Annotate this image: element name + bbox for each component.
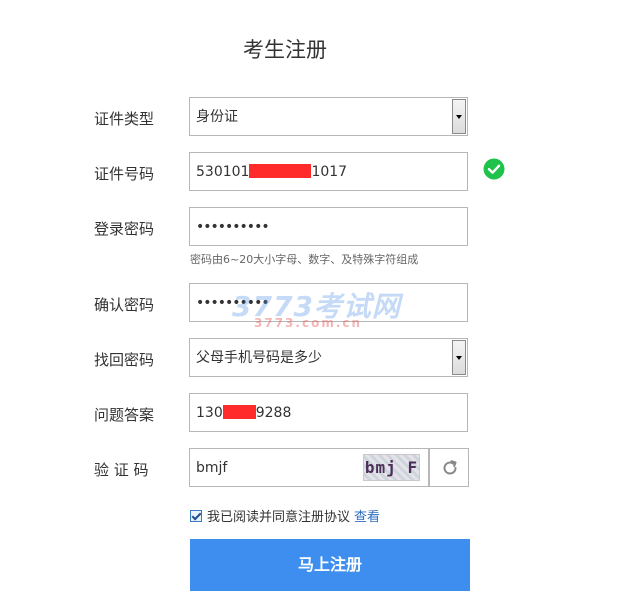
page-title: 考生注册	[243, 38, 327, 62]
id-number-suffix: 1017	[311, 164, 348, 180]
captcha-input[interactable]: bmjf bmj F	[189, 448, 429, 487]
id-type-select[interactable]: 身份证	[189, 97, 468, 136]
chevron-down-icon[interactable]	[452, 99, 466, 134]
check-circle-icon	[483, 158, 505, 180]
id-number-input[interactable]: 530101 1017	[189, 152, 468, 191]
password-value: ••••••••••	[196, 219, 270, 235]
answer-prefix: 130	[196, 405, 223, 421]
agreement-row: 我已阅读并同意注册协议 查看	[190, 506, 380, 525]
answer-value: 130 9288	[196, 394, 291, 432]
chevron-down-icon[interactable]	[452, 340, 466, 375]
answer-input[interactable]: 130 9288	[189, 393, 468, 432]
register-button[interactable]: 马上注册	[190, 539, 470, 591]
agreement-text: 我已阅读并同意注册协议	[207, 510, 351, 525]
id-number-value: 530101 1017	[196, 153, 347, 191]
confirm-password-label: 确认密码	[94, 296, 155, 314]
captcha-label: 验 证 码	[94, 461, 149, 479]
id-type-value: 身份证	[196, 109, 238, 125]
answer-label: 问题答案	[94, 406, 155, 424]
id-number-prefix: 530101	[196, 164, 250, 180]
view-agreement-link[interactable]: 查看	[354, 510, 380, 525]
password-label: 登录密码	[94, 220, 155, 238]
refresh-icon	[443, 460, 457, 475]
watermark-url: 3773.com.cn	[254, 316, 363, 330]
id-number-label: 证件号码	[94, 165, 155, 183]
password-hint: 密码由6~20大小字母、数字、及特殊字符组成	[190, 253, 419, 266]
id-type-label: 证件类型	[94, 110, 155, 128]
answer-suffix: 9288	[255, 405, 292, 421]
redaction-mark	[222, 405, 256, 419]
refresh-captcha-button[interactable]	[429, 448, 469, 487]
agreement-checkbox[interactable]	[190, 510, 202, 522]
captcha-image[interactable]: bmj F	[363, 454, 420, 481]
captcha-value: bmjf	[196, 460, 228, 476]
password-input[interactable]: ••••••••••	[189, 207, 468, 246]
recovery-question-label: 找回密码	[94, 351, 155, 369]
recovery-question-value: 父母手机号码是多少	[196, 350, 322, 366]
recovery-question-select[interactable]: 父母手机号码是多少	[189, 338, 468, 377]
redaction-mark	[249, 164, 312, 178]
